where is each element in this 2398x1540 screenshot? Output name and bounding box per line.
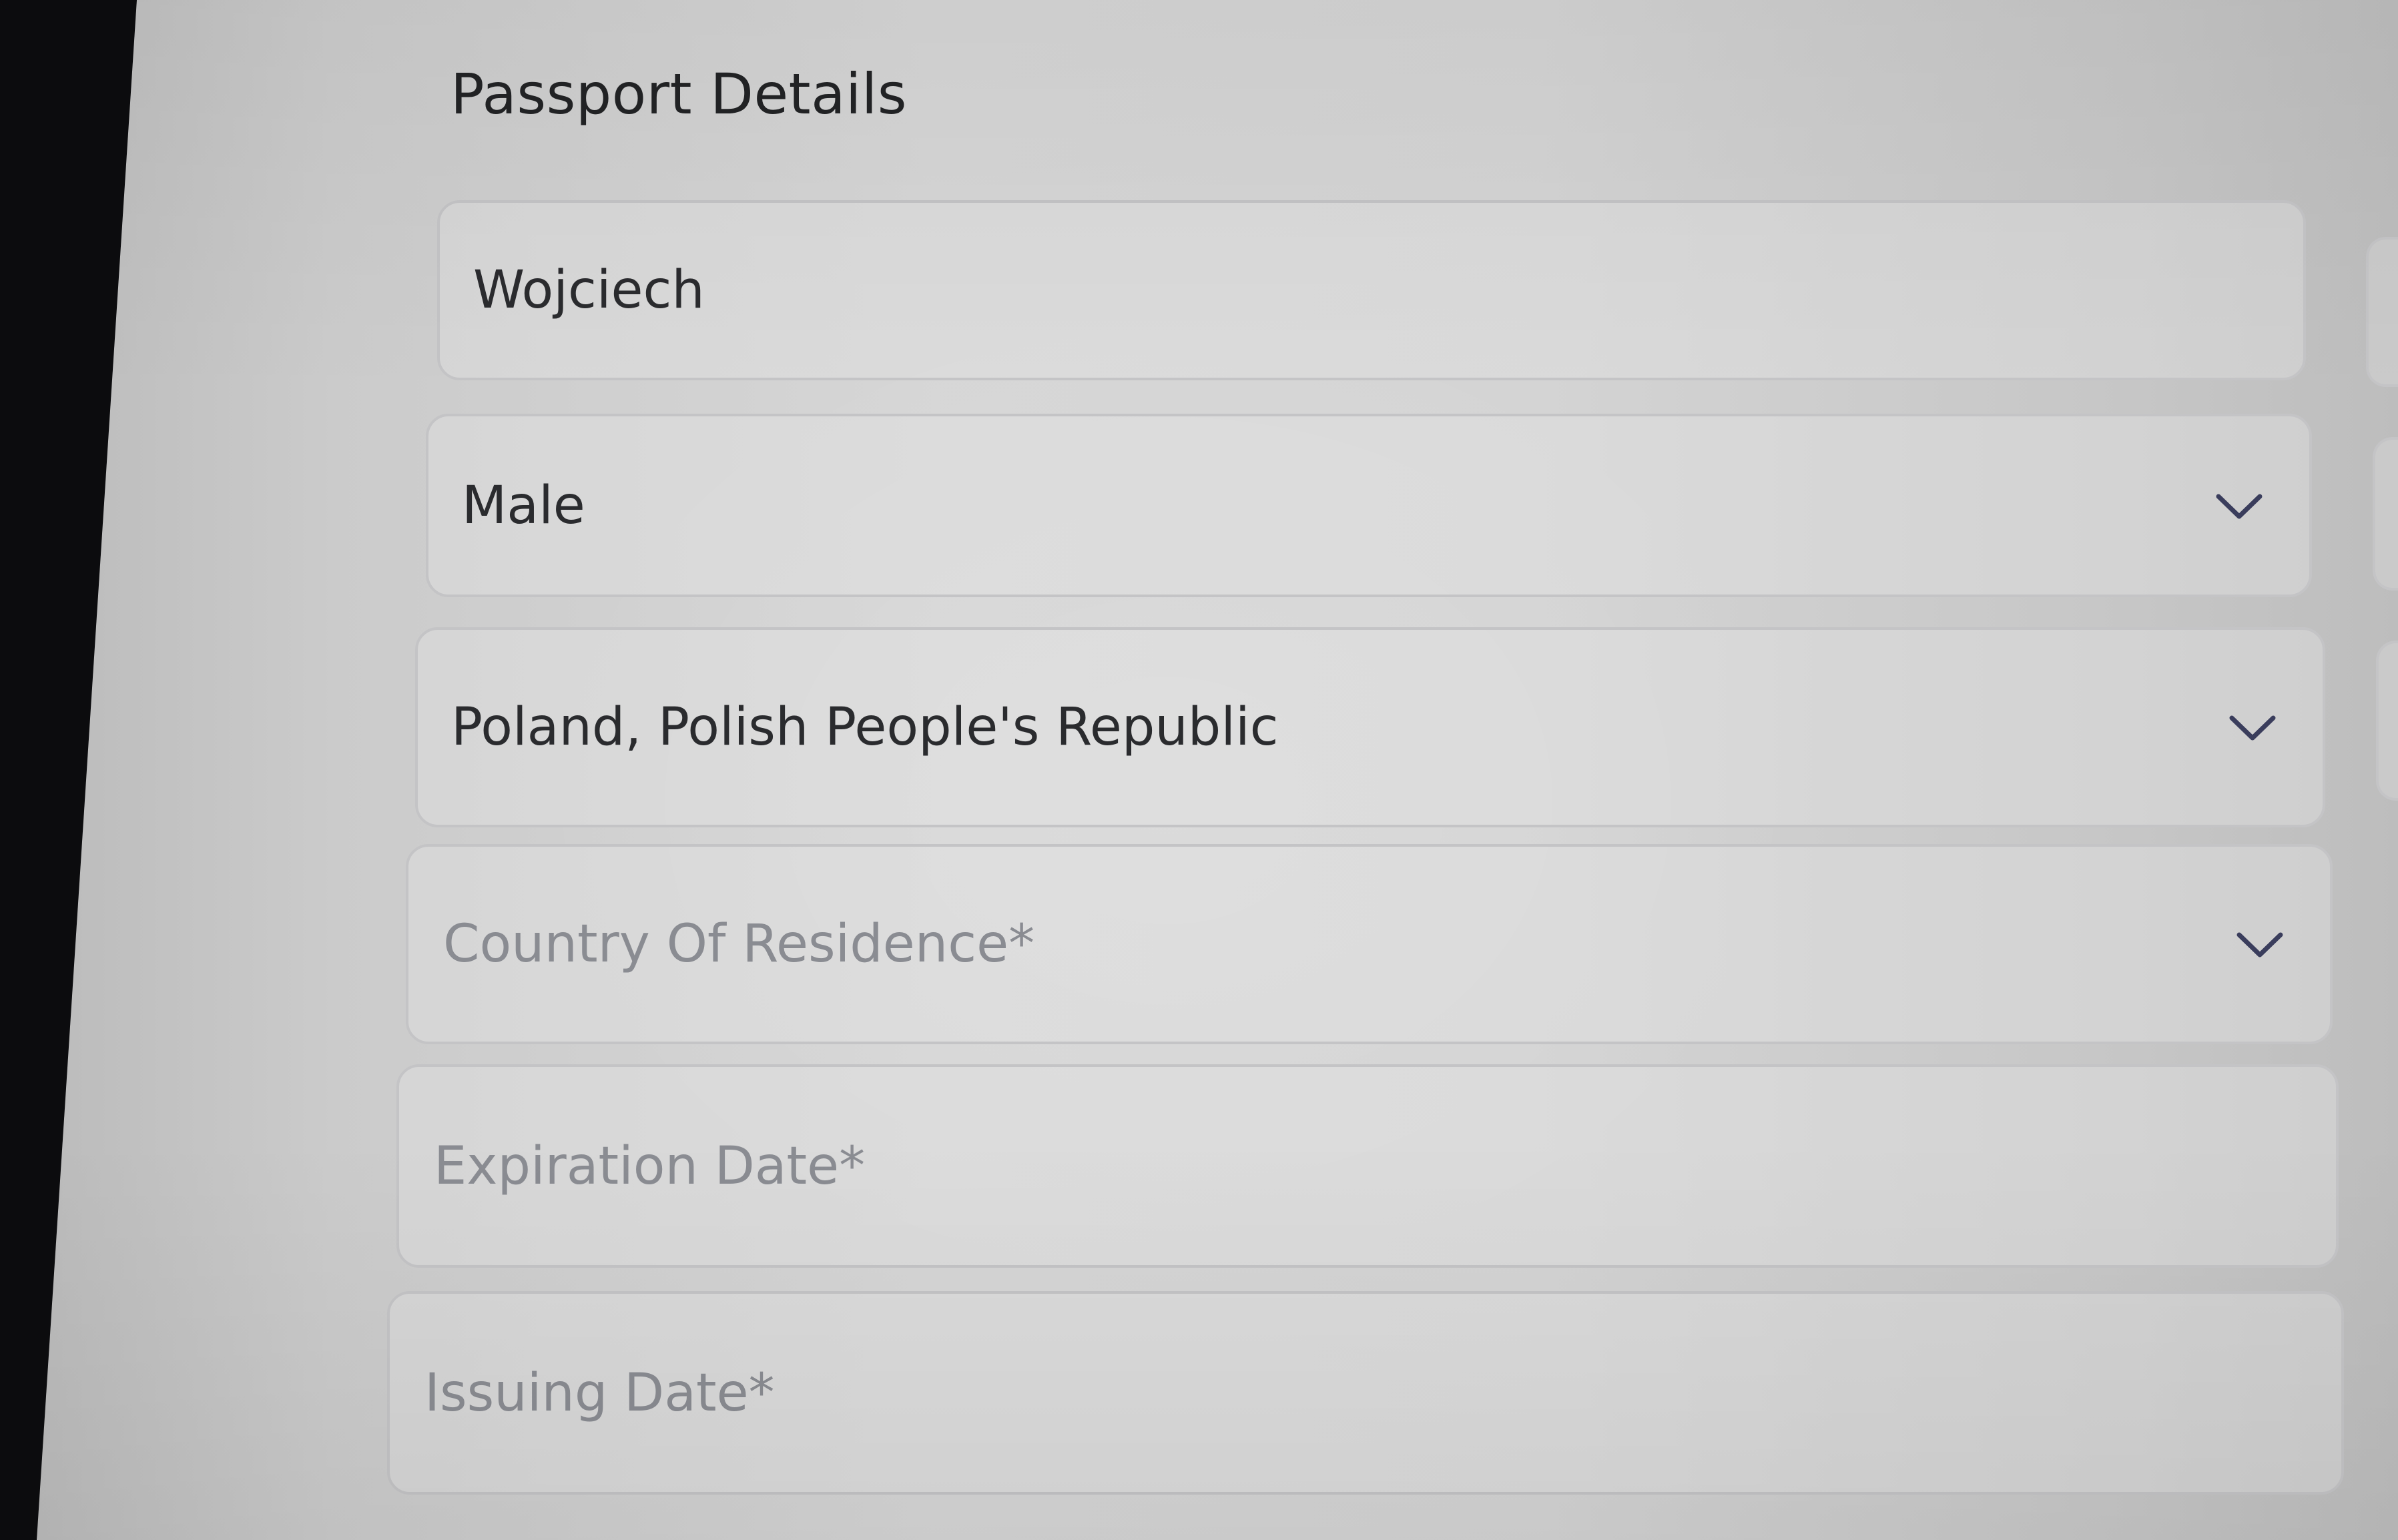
screen: Passport Details Wojciech Male Poland, P…: [0, 0, 2398, 1540]
adjacent-field-edge: [2376, 641, 2398, 801]
nationality-select[interactable]: Poland, Polish People's Republic: [415, 627, 2325, 827]
adjacent-field-edge: [2366, 237, 2398, 387]
country-of-residence-placeholder: Country Of Residence*: [443, 914, 1035, 974]
gender-value: Male: [462, 475, 585, 536]
passport-details-panel: Passport Details Wojciech Male Poland, P…: [37, 0, 2398, 1540]
first-name-field[interactable]: Wojciech: [437, 200, 2306, 380]
chevron-down-icon: [2216, 494, 2263, 518]
chevron-down-icon: [2236, 932, 2283, 957]
nationality-value: Poland, Polish People's Republic: [451, 697, 1279, 757]
section-title: Passport Details: [451, 61, 907, 127]
country-of-residence-select[interactable]: Country Of Residence*: [406, 844, 2333, 1044]
first-name-value: Wojciech: [473, 260, 705, 320]
expiration-date-placeholder: Expiration Date*: [434, 1136, 866, 1196]
issuing-date-field[interactable]: Issuing Date*: [387, 1291, 2344, 1495]
adjacent-field-edge: [2373, 437, 2398, 591]
gender-select[interactable]: Male: [426, 414, 2312, 597]
chevron-down-icon: [2229, 715, 2276, 741]
issuing-date-placeholder: Issuing Date*: [424, 1363, 775, 1423]
expiration-date-field[interactable]: Expiration Date*: [396, 1064, 2339, 1268]
